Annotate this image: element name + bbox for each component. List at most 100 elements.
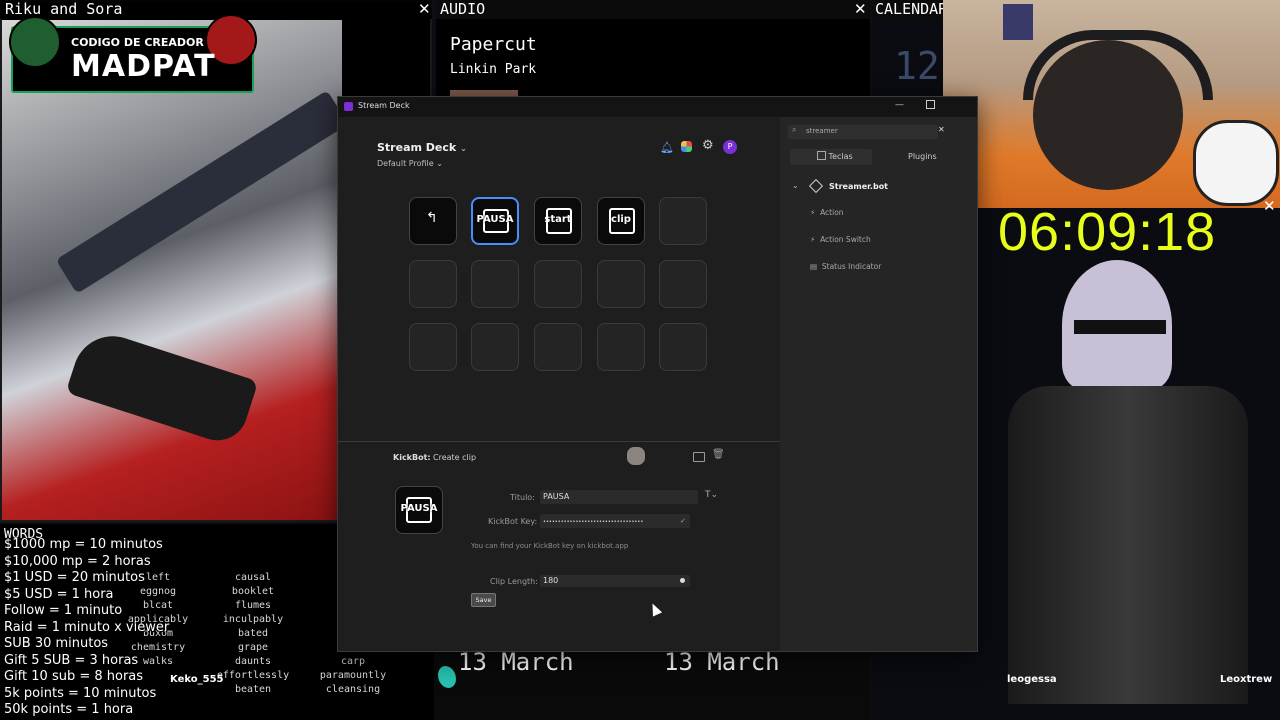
folder-icon[interactable] [693, 452, 705, 462]
word: effortlessly [216, 670, 290, 681]
key-pausa[interactable]: PAUSA [471, 197, 519, 245]
inspector-plugin: KickBot: [393, 453, 431, 462]
key-empty[interactable] [471, 260, 519, 308]
word: beaten [234, 684, 272, 695]
close-icon[interactable]: ✕ [1263, 197, 1276, 215]
plugin-action-item[interactable]: ⚡︎ Action Switch [810, 235, 871, 244]
left-titlebar: Riku and Sora ✕ [0, 0, 432, 19]
chevron-down-icon[interactable]: ⌄ [792, 181, 799, 190]
inspector-divider[interactable] [338, 441, 780, 442]
leaf-icon [438, 666, 456, 688]
key-empty[interactable] [659, 197, 707, 245]
calendar-title: CALENDAR [875, 0, 948, 18]
character-blindfold [1074, 320, 1166, 334]
save-button[interactable]: Save [471, 593, 496, 607]
trash-icon[interactable]: 🗑︎ [712, 449, 725, 460]
window-titlebar[interactable]: Stream Deck — [338, 97, 977, 117]
check-icon: ✓ [680, 517, 686, 525]
key-preview[interactable]: PAUSA [395, 486, 443, 534]
word: causal [234, 572, 272, 583]
profile-selector[interactable]: Default Profile ⌄ [377, 159, 443, 168]
kickbot-key-value: •••••••••••••••••••••••••••••••••• [543, 519, 644, 525]
word: bated [237, 628, 269, 639]
minimize-icon[interactable]: — [895, 100, 904, 110]
profile-avatar[interactable]: P [723, 140, 737, 154]
rule-line: SUB 30 minutos [4, 636, 109, 651]
search-input[interactable]: streamer [806, 127, 838, 135]
mouse-cursor-icon [647, 601, 663, 617]
cursor-hand-icon [627, 447, 645, 465]
close-icon[interactable]: ✕ [854, 0, 867, 18]
plugin-action-item[interactable]: ▤ Status Indicator [810, 262, 881, 271]
key-empty[interactable] [659, 260, 707, 308]
key-label: PAUSA [400, 503, 438, 514]
creator-code: MADPAT [71, 49, 216, 84]
action-label: Status Indicator [821, 262, 882, 271]
bell-icon[interactable]: 🔔︎ [660, 141, 674, 154]
clip-length-field[interactable]: 180 [540, 575, 690, 587]
titulo-label: Titulo: [510, 493, 535, 502]
kickbot-hint: You can find your KickBot key on kickbot… [471, 542, 629, 550]
chevron-down-icon: ⌄ [436, 159, 443, 168]
action-label: Action [820, 208, 844, 217]
key-start[interactable]: start [534, 197, 582, 245]
plugin-action-item[interactable]: ⚡︎ Action [810, 208, 844, 217]
clear-icon[interactable]: ✕ [938, 125, 945, 134]
close-icon[interactable]: ✕ [418, 0, 431, 18]
chevron-down-icon: ⌄ [460, 144, 467, 153]
left-title: Riku and Sora [5, 0, 123, 18]
song-title: Papercut [450, 34, 537, 55]
app-icon [344, 102, 353, 111]
key-empty[interactable] [471, 323, 519, 371]
key-empty[interactable] [409, 323, 457, 371]
key-empty[interactable] [534, 260, 582, 308]
window-title: Stream Deck [358, 101, 410, 110]
key-empty[interactable] [534, 323, 582, 371]
word: daunts [234, 656, 272, 667]
profile-name: Default Profile [377, 159, 434, 168]
date-panel: 13 March 13 March [434, 648, 870, 720]
words-col-2: causal booklet flumes inculpably bated g… [213, 571, 293, 697]
key-back[interactable]: ↰ [409, 197, 457, 245]
device-name: Stream Deck [377, 141, 457, 154]
subathon-rules: $1000 mp = 10 minutos $10,000 mp = 2 hor… [4, 537, 169, 719]
character-coat [1008, 386, 1248, 704]
marketplace-icon[interactable] [681, 141, 692, 152]
text-format-icon[interactable]: T⌄ [705, 490, 718, 500]
key-empty[interactable] [597, 323, 645, 371]
word: carp [340, 656, 366, 667]
tab-plugins[interactable]: Plugins [908, 149, 937, 165]
stream-deck-window: Stream Deck — Stream Deck ⌄ Default Prof… [337, 96, 978, 652]
key-label: PAUSA [476, 214, 514, 225]
kickbot-key-label: KickBot Key: [488, 517, 538, 526]
date-right: 13 March [664, 648, 780, 676]
titulo-field[interactable]: PAUSA [540, 490, 698, 504]
key-empty[interactable] [597, 260, 645, 308]
search-box[interactable]: ⌕ streamer ✕ [788, 125, 945, 139]
device-selector[interactable]: Stream Deck ⌄ [377, 141, 467, 154]
character-render [978, 256, 1280, 704]
rule-line: Raid = 1 minuto x viewer [4, 619, 170, 635]
key-empty[interactable] [409, 260, 457, 308]
chart-icon: ▤ [810, 262, 818, 271]
date-left: 13 March [458, 648, 574, 676]
cat-sticker-icon [1193, 120, 1279, 206]
back-arrow-icon: ↰ [426, 210, 438, 226]
key-empty[interactable] [659, 323, 707, 371]
word: paramountly [319, 670, 387, 681]
song-artist: Linkin Park [450, 62, 537, 77]
kickbot-key-field[interactable]: •••••••••••••••••••••••••••••••••• ✓ [540, 514, 690, 528]
calendar-day: 12 [894, 44, 940, 88]
audio-panel: AUDIO ✕ Papercut Linkin Park [436, 0, 870, 100]
search-icon: ⌕ [792, 125, 797, 134]
webcam-feed [943, 0, 1280, 208]
rule-line: Gift 5 SUB = 3 horas [4, 652, 139, 668]
key-clip[interactable]: clip [597, 197, 645, 245]
rule-line: 50k points = 1 hora [4, 702, 134, 717]
word: booklet [231, 586, 275, 597]
audio-title: AUDIO [440, 0, 486, 18]
word: inculpably [222, 614, 284, 625]
maximize-icon[interactable] [926, 100, 935, 109]
tab-keys[interactable]: Teclas [790, 149, 872, 165]
gear-icon[interactable]: ⚙ [702, 138, 714, 153]
